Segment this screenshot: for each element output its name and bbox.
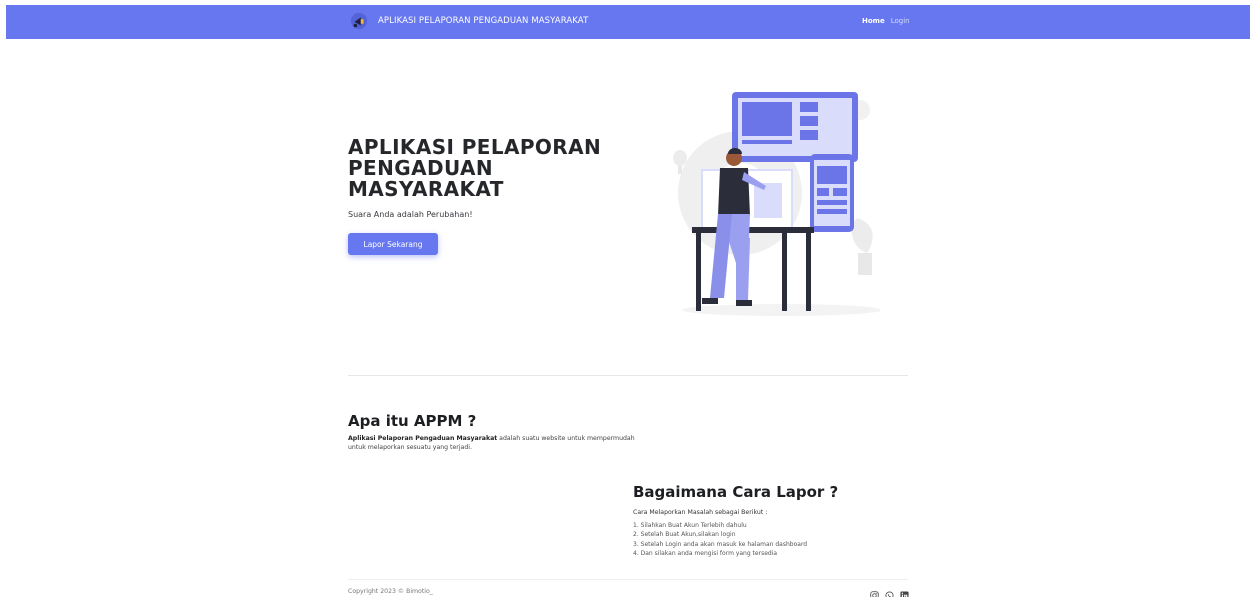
about-app-name: Aplikasi Pelaporan Pengaduan Masyarakat	[348, 435, 498, 442]
how-to-intro: Cara Melaporkan Masalah sebagai Berikut …	[633, 509, 768, 516]
footer-divider	[348, 579, 908, 580]
nav-links: Home Login	[862, 17, 910, 25]
about-title: Apa itu APPM ?	[348, 412, 477, 430]
step-item: 2. Setelah Buat Akun,silakan login	[633, 531, 736, 539]
linkedin-icon[interactable]	[900, 585, 909, 597]
hero-title-line: MASYARAKAT	[348, 177, 504, 201]
about-description: Aplikasi Pelaporan Pengaduan Masyarakat …	[348, 434, 678, 452]
nav-link-login[interactable]: Login	[891, 17, 910, 25]
navbar: APLIKASI PELAPORAN PENGADUAN MASYARAKAT …	[6, 5, 1250, 39]
about-desc-text: untuk melaporkan sesuatu yang terjadi.	[348, 444, 472, 451]
brand-title: APLIKASI PELAPORAN PENGADUAN MASYARAKAT	[378, 16, 589, 26]
megaphone-icon	[350, 12, 368, 30]
step-item: 3. Setelah Login anda akan masuk ke hala…	[633, 540, 808, 548]
person-designing-ui-illustration	[673, 92, 880, 316]
section-divider	[348, 375, 908, 376]
lapor-sekarang-button[interactable]: Lapor Sekarang	[348, 233, 438, 255]
brand[interactable]: APLIKASI PELAPORAN PENGADUAN MASYARAKAT	[350, 12, 588, 30]
how-to-steps: 1. Silahkan Buat Akun Terlebih dahulu 2.…	[633, 521, 807, 558]
hero-title: APLIKASI PELAPORAN PENGADUAN MASYARAKAT	[348, 137, 608, 200]
whatsapp-icon[interactable]	[885, 585, 894, 597]
instagram-icon[interactable]	[870, 585, 879, 597]
how-to-title: Bagaimana Cara Lapor ?	[633, 483, 839, 501]
hero-subtitle: Suara Anda adalah Perubahan!	[348, 210, 473, 219]
step-item: 1. Silahkan Buat Akun Terlebih dahulu	[633, 522, 747, 529]
step-item: 4. Dan silakan anda mengisi form yang te…	[633, 549, 778, 557]
copyright-text: Copyright 2023 © Bimotio_	[348, 588, 433, 595]
social-links	[870, 585, 909, 597]
nav-link-home[interactable]: Home	[862, 17, 885, 25]
about-desc-text: adalah suatu website untuk mempermudah	[497, 435, 635, 442]
